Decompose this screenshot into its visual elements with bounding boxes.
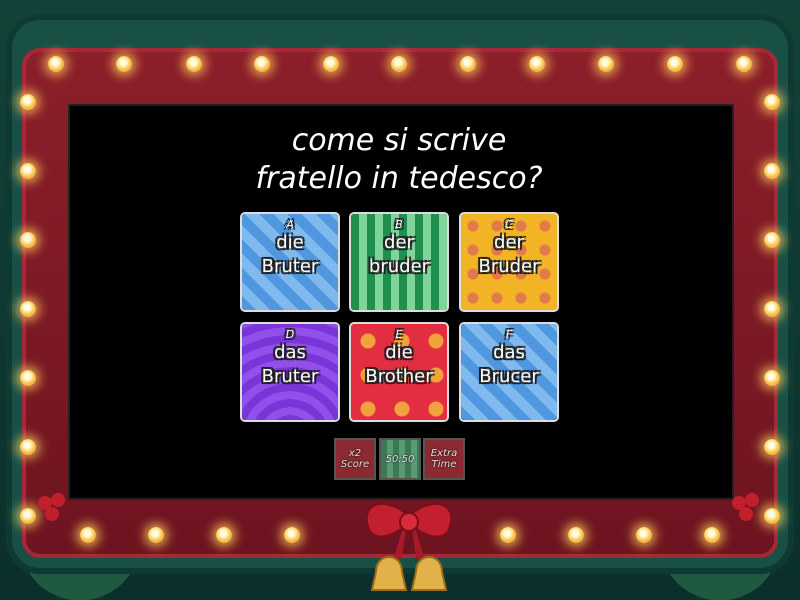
bulb-icon	[704, 527, 720, 543]
bulb-icon	[764, 163, 780, 179]
bulb-icon	[20, 301, 36, 317]
holly-berries-icon	[38, 493, 65, 521]
bulb-icon	[116, 56, 132, 72]
answer-text: das Bruter	[261, 342, 319, 387]
holly-berries-icon	[732, 493, 759, 521]
christmas-bow-icon	[365, 502, 453, 591]
question-text: come si scrive fratello in tedesco?	[68, 122, 730, 198]
answer-text: die Brother	[365, 342, 433, 387]
answer-tile-d[interactable]: D das Bruter	[242, 324, 338, 420]
bulb-icon	[460, 56, 476, 72]
answer-tile-a[interactable]: A die Bruter	[242, 214, 338, 310]
powerup-fifty-fifty-button[interactable]: 50:50	[381, 440, 419, 478]
bulb-icon	[186, 56, 202, 72]
bulb-icon	[148, 527, 164, 543]
powerup-extra-time-button[interactable]: Extra Time	[425, 440, 463, 478]
bulb-icon	[764, 370, 780, 386]
bulb-icon	[667, 56, 683, 72]
answer-text: das Brucer	[479, 342, 539, 387]
answer-letter: E	[395, 328, 403, 341]
answer-tile-b[interactable]: B der bruder	[351, 214, 447, 310]
bulb-icon	[636, 527, 652, 543]
answer-letter: C	[505, 218, 513, 231]
bulb-icon	[568, 527, 584, 543]
bulb-icon	[254, 56, 270, 72]
bulb-icon	[764, 439, 780, 455]
answer-letter: B	[395, 218, 403, 231]
answer-tile-f[interactable]: F das Brucer	[461, 324, 557, 420]
answer-text: der Bruder	[478, 232, 540, 277]
answer-letter: A	[286, 218, 294, 231]
answer-letter: F	[505, 328, 513, 341]
answer-letter: D	[285, 328, 295, 341]
bulb-icon	[323, 56, 339, 72]
bulb-icon	[500, 527, 516, 543]
bulb-icon	[736, 56, 752, 72]
bulb-icon	[764, 94, 780, 110]
bulb-icon	[20, 163, 36, 179]
bulb-icon	[48, 56, 64, 72]
answer-text: der bruder	[368, 232, 430, 277]
bulb-icon	[80, 527, 96, 543]
bulb-icon	[598, 56, 614, 72]
answer-text: die Bruter	[261, 232, 319, 277]
bulb-icon	[20, 439, 36, 455]
bulb-icon	[529, 56, 545, 72]
bulb-icon	[284, 527, 300, 543]
bulb-icon	[764, 232, 780, 248]
bulb-icon	[20, 232, 36, 248]
answer-tile-c[interactable]: C der Bruder	[461, 214, 557, 310]
bulb-icon	[391, 56, 407, 72]
question-line-2: fratello in tedesco?	[255, 161, 543, 196]
answer-tile-e[interactable]: E die Brother	[351, 324, 447, 420]
bulb-icon	[20, 94, 36, 110]
bulb-icon	[20, 370, 36, 386]
bulb-icon	[216, 527, 232, 543]
powerup-double-score-button[interactable]: x2 Score	[336, 440, 374, 478]
question-line-1: come si scrive	[291, 123, 507, 158]
bulb-icon	[764, 301, 780, 317]
